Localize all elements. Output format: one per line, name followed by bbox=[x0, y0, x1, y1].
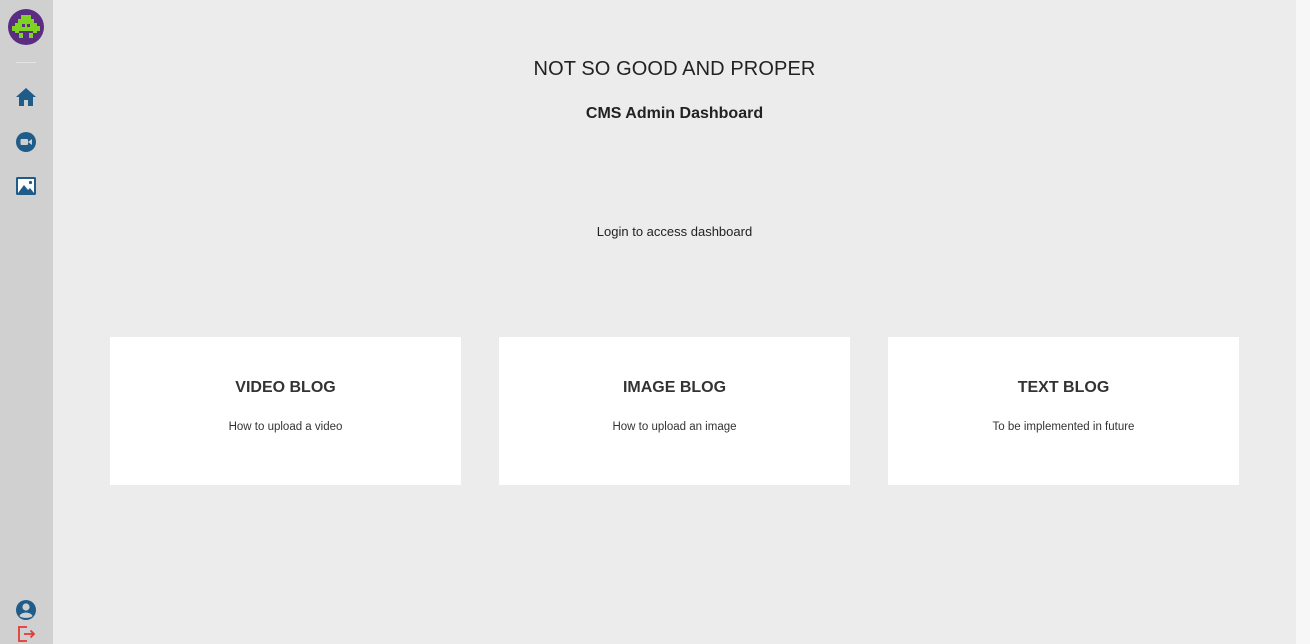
video-blog-card[interactable]: VIDEO BLOG How to upload a video bbox=[110, 337, 461, 485]
sidebar-divider bbox=[16, 62, 36, 63]
login-message: Login to access dashboard bbox=[596, 224, 753, 239]
card-description: To be implemented in future bbox=[992, 421, 1135, 433]
text-blog-card[interactable]: TEXT BLOG To be implemented in future bbox=[888, 337, 1239, 485]
video-camera-icon[interactable] bbox=[15, 131, 37, 153]
site-title: NOT SO GOOD AND PROPER bbox=[533, 58, 816, 80]
image-icon[interactable] bbox=[15, 175, 37, 197]
card-description: How to upload a video bbox=[228, 421, 343, 433]
image-blog-card[interactable]: IMAGE BLOG How to upload an image bbox=[499, 337, 850, 485]
card-title: VIDEO BLOG bbox=[235, 379, 336, 396]
page-subtitle: CMS Admin Dashboard bbox=[585, 105, 764, 122]
home-icon[interactable] bbox=[15, 86, 37, 108]
space-invader-logo[interactable] bbox=[8, 9, 44, 45]
logout-icon[interactable] bbox=[15, 624, 37, 644]
card-title: TEXT BLOG bbox=[1017, 379, 1110, 396]
user-account-icon[interactable] bbox=[15, 599, 37, 621]
card-title: IMAGE BLOG bbox=[622, 379, 727, 396]
vertical-scrollbar[interactable] bbox=[1296, 0, 1310, 644]
card-description: How to upload an image bbox=[612, 421, 737, 433]
sidebar bbox=[0, 0, 53, 644]
main-content: NOT SO GOOD AND PROPER CMS Admin Dashboa… bbox=[53, 0, 1296, 644]
